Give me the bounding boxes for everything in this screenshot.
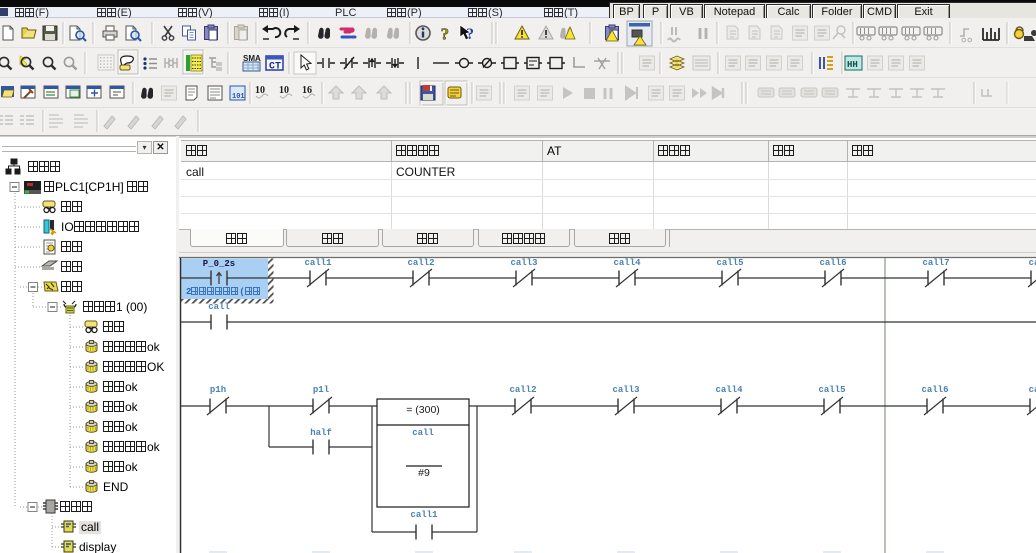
svg-text:?: ? [441, 25, 450, 44]
svg-text:CT: CT [269, 62, 281, 73]
svg-text:101: 101 [232, 93, 245, 101]
svg-text:?: ? [466, 26, 474, 43]
svg-text:HH: HH [847, 60, 858, 70]
